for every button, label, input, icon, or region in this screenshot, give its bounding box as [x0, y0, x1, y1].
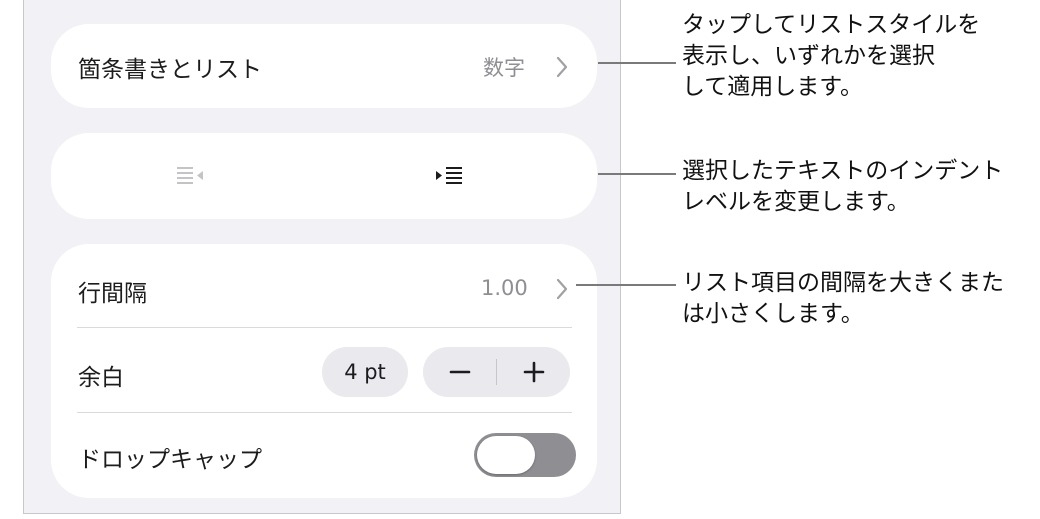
line-spacing-value: 1.00 [481, 276, 528, 300]
minus-icon [449, 370, 470, 374]
divider [77, 412, 572, 413]
drop-cap-label: ドロップキャップ [78, 447, 262, 473]
margin-value: 4 pt [322, 347, 408, 397]
indent-icon [436, 167, 462, 184]
margin-stepper [423, 347, 570, 397]
callout-line [598, 173, 676, 175]
callout-list-style: タップしてリストスタイルを 表示し、いずれかを選択 して適用します。 [682, 12, 981, 100]
toggle-knob [477, 436, 535, 474]
decrease-indent-button[interactable] [169, 161, 213, 191]
line-spacing-label: 行間隔 [78, 281, 147, 307]
bullets-and-lists-label: 箇条書きとリスト [78, 57, 262, 83]
drop-cap-toggle[interactable] [474, 433, 576, 477]
callout-spacing: リスト項目の間隔を大きくまた は小さくします。 [682, 270, 1004, 327]
indent-controls [51, 133, 597, 219]
plus-icon [523, 361, 544, 383]
decrease-margin-button[interactable] [423, 347, 496, 397]
margin-label: 余白 [78, 365, 124, 391]
increase-indent-button[interactable] [429, 161, 473, 191]
chevron-right-icon [556, 56, 568, 78]
outdent-icon [177, 167, 203, 184]
bullets-and-lists-row[interactable]: 箇条書きとリスト 数字 [51, 24, 597, 108]
list-style-value: 数字 [483, 56, 525, 80]
callout-indent: 選択したテキストのインデント レベルを変更します。 [682, 158, 1004, 215]
line-spacing-row[interactable]: 行間隔 1.00 [51, 254, 597, 324]
callout-line [576, 284, 676, 286]
increase-margin-button[interactable] [497, 347, 570, 397]
margin-value-text: 4 pt [344, 360, 386, 384]
callout-line [598, 62, 676, 64]
chevron-right-icon [556, 278, 568, 300]
divider [77, 327, 572, 328]
